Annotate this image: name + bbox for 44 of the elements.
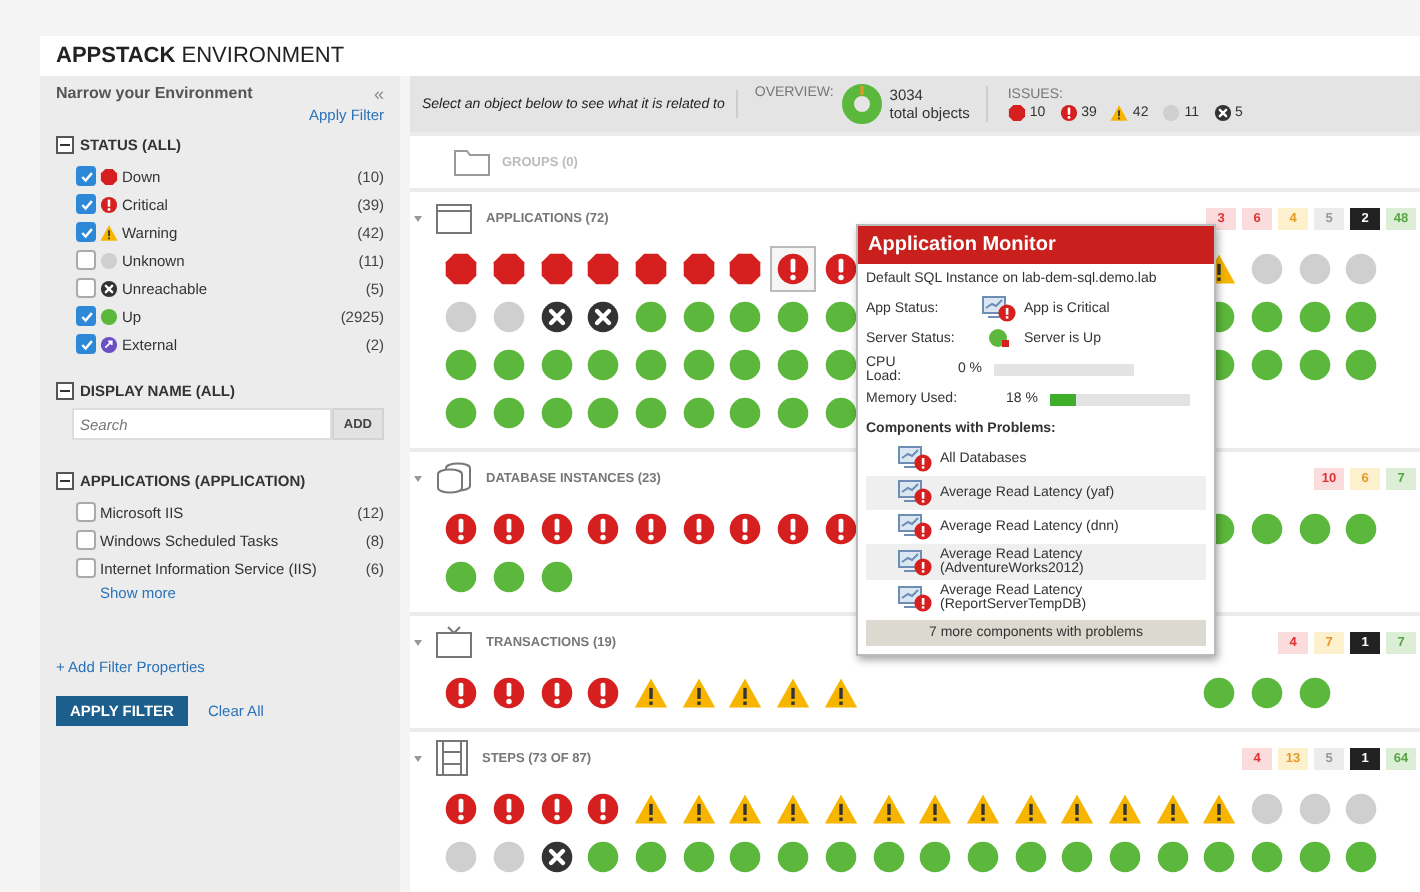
external-status-icon [100,335,118,353]
checkbox[interactable] [76,250,96,270]
app-critical-icon [982,296,1016,322]
component-critical-icon [898,446,932,472]
checkbox[interactable] [76,166,96,186]
down-status-icon [100,167,118,185]
component-critical-icon [898,480,932,506]
tv-icon [436,626,472,658]
component-critical-icon [898,514,932,540]
warning-status-icon [1110,103,1129,122]
checkbox[interactable] [76,278,96,298]
donut-icon [841,84,882,125]
collapse-arrow-icon[interactable] [414,755,422,761]
sidebar-heading: Narrow your Environment [56,84,253,102]
collapse-icon[interactable] [56,136,74,154]
unreachable-status-icon [100,279,118,297]
popup-title: Application Monitor [858,226,1214,264]
page-title: APPSTACK ENVIRONMENT [56,44,345,68]
checkbox[interactable] [76,530,96,550]
critical-status-icon[interactable] [770,245,817,291]
collapse-icon[interactable] [56,382,74,400]
warning-status-icon [100,223,118,241]
component-critical-icon [898,549,932,575]
critical-status-icon [100,195,118,213]
checkbox[interactable] [76,222,96,242]
collapse-arrow-icon[interactable] [414,475,422,481]
database-icon [436,462,472,494]
collapse-arrow-icon[interactable] [414,639,422,645]
collapse-arrow-icon[interactable] [414,215,422,221]
unknown-status-icon [100,251,118,269]
checkbox[interactable] [76,334,96,354]
checkbox[interactable] [76,194,96,214]
checkbox[interactable] [76,558,96,578]
up-status-icon [100,307,118,325]
checkbox[interactable] [76,502,96,522]
component-critical-icon [898,585,932,611]
folder-icon [454,148,490,177]
collapse-icon[interactable] [56,472,74,490]
checkbox[interactable] [76,306,96,326]
critical-status-icon [1059,103,1078,122]
film-icon [436,740,468,776]
window-icon [436,203,472,233]
down-status-icon [1007,103,1026,122]
unreachable-status-icon [1213,103,1231,122]
